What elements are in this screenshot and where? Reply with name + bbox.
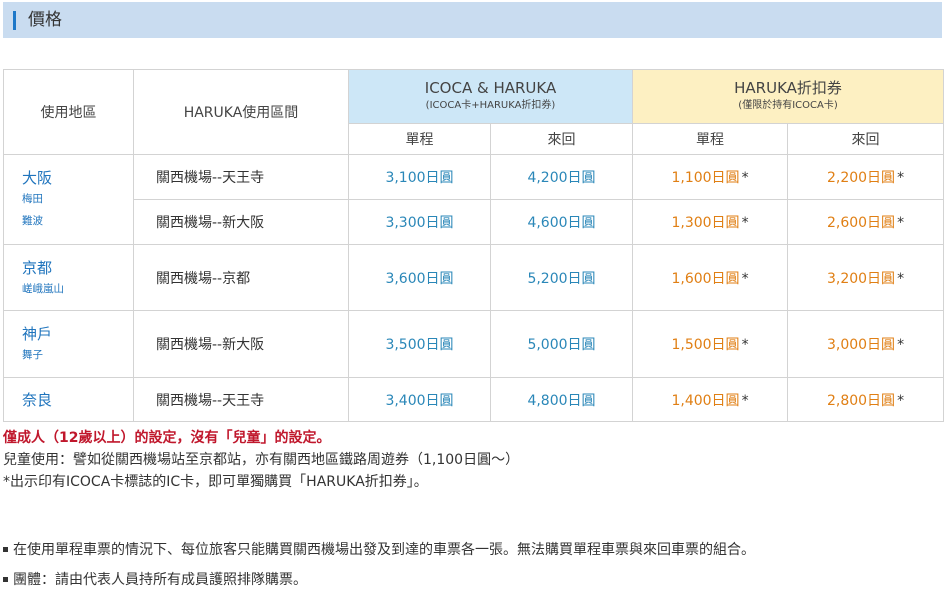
district-link-maiko[interactable]: 舞子 — [22, 344, 133, 366]
bullet-square-icon — [3, 546, 8, 552]
price-haruka-round: 2,200日圓 * — [787, 154, 945, 200]
price-haruka-single: 1,600日圓 * — [632, 244, 789, 311]
area-cell-kyoto: 京都 嵯峨嵐山 — [3, 244, 134, 311]
route-cell: 關西機場--天王寺 — [133, 377, 349, 422]
route-cell: 關西機場--新大阪 — [133, 310, 349, 378]
asterisk: * — [897, 270, 905, 287]
price-icoca-round: 5,200日圓 — [489, 244, 634, 311]
price-icoca-single: 3,400日圓 — [348, 377, 491, 422]
area-link-nara[interactable]: 奈良 — [22, 389, 133, 410]
price-icoca-single: 3,600日圓 — [348, 244, 491, 311]
asterisk: * — [897, 170, 905, 186]
area-cell-kobe: 神戶 舞子 — [3, 310, 134, 378]
header-haruka-main: HARUKA折扣券 — [734, 78, 842, 97]
header-icoca-round: 來回 — [489, 123, 634, 155]
header-icoca-sub: (ICOCA卡+HARUKA折扣券) — [425, 99, 556, 111]
price-icoca-round: 4,800日圓 — [489, 377, 634, 422]
header-icoca-single: 單程 — [348, 123, 491, 155]
district-link-namba[interactable]: 難波 — [22, 210, 133, 232]
asterisk: * — [741, 170, 749, 186]
header-haruka-discount: HARUKA折扣券 (僅限於持有ICOCA卡) — [632, 69, 945, 124]
asterisk: * — [741, 270, 749, 287]
asterisk: * — [897, 392, 905, 409]
asterisk: * — [897, 337, 905, 353]
bullet-list: 在使用單程車票的情況下、每位旅客只能購買關西機場出發及到達的車票各一張。無法購買… — [3, 535, 943, 595]
area-cell-nara: 奈良 — [3, 377, 134, 422]
route-cell: 關西機場--天王寺 — [133, 154, 349, 200]
area-link-osaka[interactable]: 大阪 — [22, 167, 133, 188]
price-haruka-round: 2,800日圓 * — [787, 377, 945, 422]
price-haruka-single: 1,300日圓 * — [632, 199, 789, 245]
bullet-square-icon — [3, 576, 8, 582]
price-table: 使用地區 HARUKA使用區間 ICOCA & HARUKA (ICOCA卡+H… — [3, 69, 945, 422]
adult-only-warning: 僅成人（12歲以上）的設定，沒有「兒童」的設定。 — [3, 430, 331, 446]
asterisk: * — [897, 215, 905, 231]
price-haruka-single: 1,400日圓 * — [632, 377, 789, 422]
price-icoca-round: 5,000日圓 — [489, 310, 634, 378]
table-row: 奈良 關西機場--天王寺 3,400日圓 4,800日圓 1,400日圓 * 2,… — [3, 377, 945, 422]
notes: 僅成人（12歲以上）的設定，沒有「兒童」的設定。 兒童使用：譬如從關西機場站至京… — [3, 428, 943, 492]
header-haruka-single: 單程 — [632, 123, 789, 155]
header-haruka-round: 來回 — [787, 123, 945, 155]
section-header: 價格 — [3, 2, 942, 38]
list-item: 在使用單程車票的情況下、每位旅客只能購買關西機場出發及到達的車票各一張。無法購買… — [3, 535, 943, 565]
price-haruka-round: 2,600日圓 * — [787, 199, 945, 245]
price-icoca-round: 4,200日圓 — [489, 154, 634, 200]
ic-card-note: *出示印有ICOCA卡標誌的IC卡，即可單獨購買「HARUKA折扣券」。 — [3, 474, 428, 490]
price-icoca-single: 3,500日圓 — [348, 310, 491, 378]
route-cell: 關西機場--新大阪 — [133, 199, 349, 245]
table-row: 關西機場--新大阪 3,300日圓 4,600日圓 1,300日圓 * 2,600… — [4, 199, 945, 245]
header-icoca-haruka: ICOCA & HARUKA (ICOCA卡+HARUKA折扣券) — [347, 69, 634, 124]
area-link-kyoto[interactable]: 京都 — [22, 257, 133, 278]
asterisk: * — [741, 215, 749, 231]
price-icoca-single: 3,100日圓 — [348, 154, 491, 200]
area-cell-osaka: 大阪 梅田 難波 — [3, 154, 134, 245]
price-haruka-single: 1,500日圓 * — [632, 310, 789, 378]
area-link-kobe[interactable]: 神戶 — [22, 323, 133, 344]
district-link-sagano[interactable]: 嵯峨嵐山 — [22, 278, 133, 300]
table-row: 大阪 梅田 難波 關西機場--天王寺 3,100日圓 4,200日圓 1,100… — [3, 154, 945, 245]
list-item: 團體：請由代表人員持所有成員護照排隊購票。 — [3, 565, 943, 595]
route-cell: 關西機場--京都 — [133, 244, 349, 311]
price-haruka-round: 3,000日圓 * — [787, 310, 945, 378]
asterisk: * — [741, 337, 749, 353]
section-title: 價格 — [28, 10, 62, 30]
header-route: HARUKA使用區間 — [133, 69, 349, 155]
asterisk: * — [741, 392, 749, 409]
table-row: 神戶 舞子 關西機場--新大阪 3,500日圓 5,000日圓 1,500日圓 *… — [3, 310, 945, 378]
header-haruka-sub: (僅限於持有ICOCA卡) — [738, 99, 838, 111]
header-icoca-main: ICOCA & HARUKA — [424, 78, 557, 97]
district-link-umeda[interactable]: 梅田 — [22, 188, 133, 210]
price-haruka-round: 3,200日圓 * — [787, 244, 945, 311]
table-row: 京都 嵯峨嵐山 關西機場--京都 3,600日圓 5,200日圓 1,600日圓… — [3, 244, 945, 311]
price-icoca-round: 4,600日圓 — [489, 199, 634, 245]
child-note: 兒童使用：譬如從關西機場站至京都站，亦有關西地區鐵路周遊券（1,100日圓～） — [3, 452, 520, 468]
price-icoca-single: 3,300日圓 — [348, 199, 491, 245]
price-haruka-single: 1,100日圓 * — [632, 154, 789, 200]
header-area: 使用地區 — [3, 69, 134, 155]
section-marker — [13, 11, 16, 30]
